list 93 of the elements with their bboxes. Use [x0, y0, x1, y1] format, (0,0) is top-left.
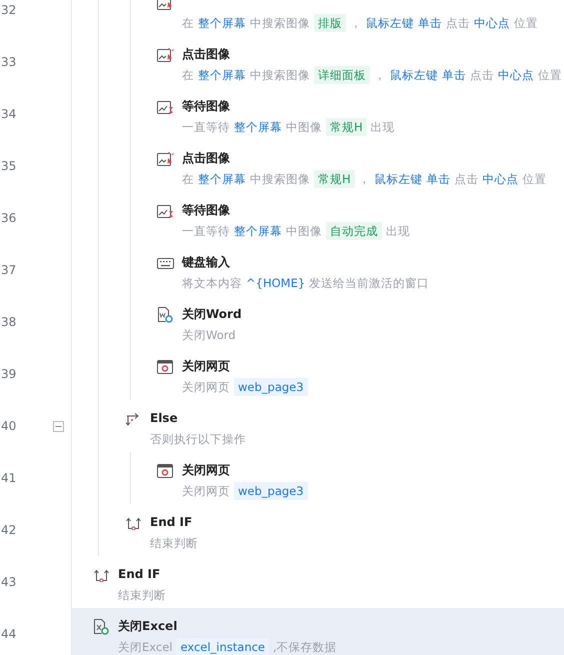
line-number: 39 — [1, 367, 16, 381]
excel-document-icon — [93, 619, 109, 635]
merge-arrows-icon — [126, 516, 140, 530]
line-number: 42 — [1, 523, 16, 537]
step-title: 关闭网页 — [182, 463, 231, 478]
step-description: 点击 — [446, 15, 470, 32]
parameter-value: 鼠标左键 — [366, 15, 414, 32]
image-click-icon — [156, 152, 174, 166]
step-description: 关闭Word — [182, 327, 236, 344]
browser-window-icon — [157, 464, 173, 478]
step-description: 一直等待 — [182, 119, 230, 136]
image-click-icon — [156, 0, 174, 10]
parameter-value: 单击 — [418, 15, 442, 32]
line-number: 41 — [1, 471, 16, 485]
collapse-toggle[interactable] — [53, 420, 64, 432]
step-description: 位置 — [514, 15, 538, 32]
step-description: ,不保存数据 — [273, 639, 337, 655]
step-description: 在 — [182, 67, 194, 84]
step-description: 结束判断 — [150, 535, 198, 552]
step-title: 等待图像 — [182, 99, 231, 114]
image-tag: 排版 — [314, 14, 346, 32]
step-description: 出现 — [386, 223, 410, 240]
variable-tag: excel_instance — [176, 638, 270, 655]
image-click-icon — [156, 48, 174, 62]
step-title: 点击图像 — [182, 151, 231, 166]
step-description: 发送给当前激活的窗口 — [309, 275, 430, 292]
step-title: End IF — [150, 515, 194, 530]
step-title: 键盘输入 — [182, 255, 231, 270]
line-number: 40 — [1, 419, 16, 433]
image-tag: 常规H — [314, 170, 355, 188]
step-title: 等待图像 — [182, 203, 231, 218]
parameter-value: 单击 — [442, 67, 466, 84]
parameter-value: 整个屏幕 — [234, 119, 282, 136]
image-hourglass-icon — [156, 204, 174, 218]
step-description: ， — [374, 67, 386, 84]
step-description: 在 — [182, 171, 194, 188]
step-description: 中图像 — [286, 223, 322, 240]
step-description: 中搜索图像 — [250, 171, 310, 188]
step-description: 出现 — [370, 119, 395, 136]
step-description: 中搜索图像 — [250, 67, 310, 84]
variable-tag: web_page3 — [234, 482, 308, 500]
step-description: 点击 — [470, 67, 494, 84]
parameter-value: 中心点 — [474, 15, 510, 32]
line-number: 36 — [1, 211, 16, 225]
step-description: 结束判断 — [118, 587, 166, 604]
step-description: 中搜索图像 — [250, 15, 310, 32]
step-description: 关闭网页 — [182, 483, 230, 500]
step-description: 关闭网页 — [182, 379, 230, 396]
step-title: 关闭Excel — [118, 619, 178, 634]
word-document-icon — [157, 307, 173, 323]
step-description: 关闭Excel — [118, 639, 172, 655]
image-hourglass-icon — [156, 100, 174, 114]
branch-arrows-icon — [126, 412, 140, 426]
step-description: 中图像 — [286, 119, 322, 136]
step-title: 关闭Word — [182, 307, 242, 322]
step-description: ， — [358, 171, 371, 188]
step-description: ， — [350, 15, 362, 32]
parameter-value: 中心点 — [498, 67, 534, 84]
line-number: 33 — [1, 55, 16, 69]
step-title: End IF — [118, 567, 162, 582]
line-number: 38 — [1, 315, 16, 329]
step-description: 将文本内容 — [182, 275, 242, 292]
keyboard-icon — [156, 256, 174, 270]
image-tag: 详细面板 — [314, 66, 370, 84]
step-description: 否则执行以下操作 — [150, 431, 246, 448]
line-number: 44 — [1, 627, 16, 641]
parameter-value: 中心点 — [482, 171, 519, 188]
step-description: 一直等待 — [182, 223, 230, 240]
step-title: 点击图像 — [182, 47, 231, 62]
parameter-value: 鼠标左键 — [390, 67, 438, 84]
step-description: 位置 — [522, 171, 547, 188]
step-title: Else — [150, 411, 179, 426]
browser-window-icon — [157, 360, 173, 374]
parameter-value: 整个屏幕 — [198, 15, 246, 32]
line-number: 43 — [1, 575, 16, 589]
line-number: 34 — [1, 107, 16, 121]
step-description: 在 — [182, 15, 194, 32]
parameter-value: 整个屏幕 — [234, 223, 282, 240]
variable-tag: web_page3 — [234, 378, 308, 396]
parameter-value: 整个屏幕 — [198, 171, 246, 188]
step-description: 位置 — [538, 67, 562, 84]
merge-arrows-icon — [94, 568, 108, 582]
parameter-value: ^{HOME} — [246, 275, 306, 292]
step-title: 关闭网页 — [182, 359, 231, 374]
parameter-value: 单击 — [426, 171, 451, 188]
image-tag: 自动完成 — [326, 222, 382, 240]
line-number: 32 — [1, 3, 16, 17]
line-number: 35 — [1, 159, 16, 173]
image-tag: 常规H — [326, 118, 367, 136]
step-description: 点击 — [454, 171, 479, 188]
line-number: 37 — [1, 263, 16, 277]
parameter-value: 整个屏幕 — [198, 67, 246, 84]
parameter-value: 鼠标左键 — [374, 171, 423, 188]
